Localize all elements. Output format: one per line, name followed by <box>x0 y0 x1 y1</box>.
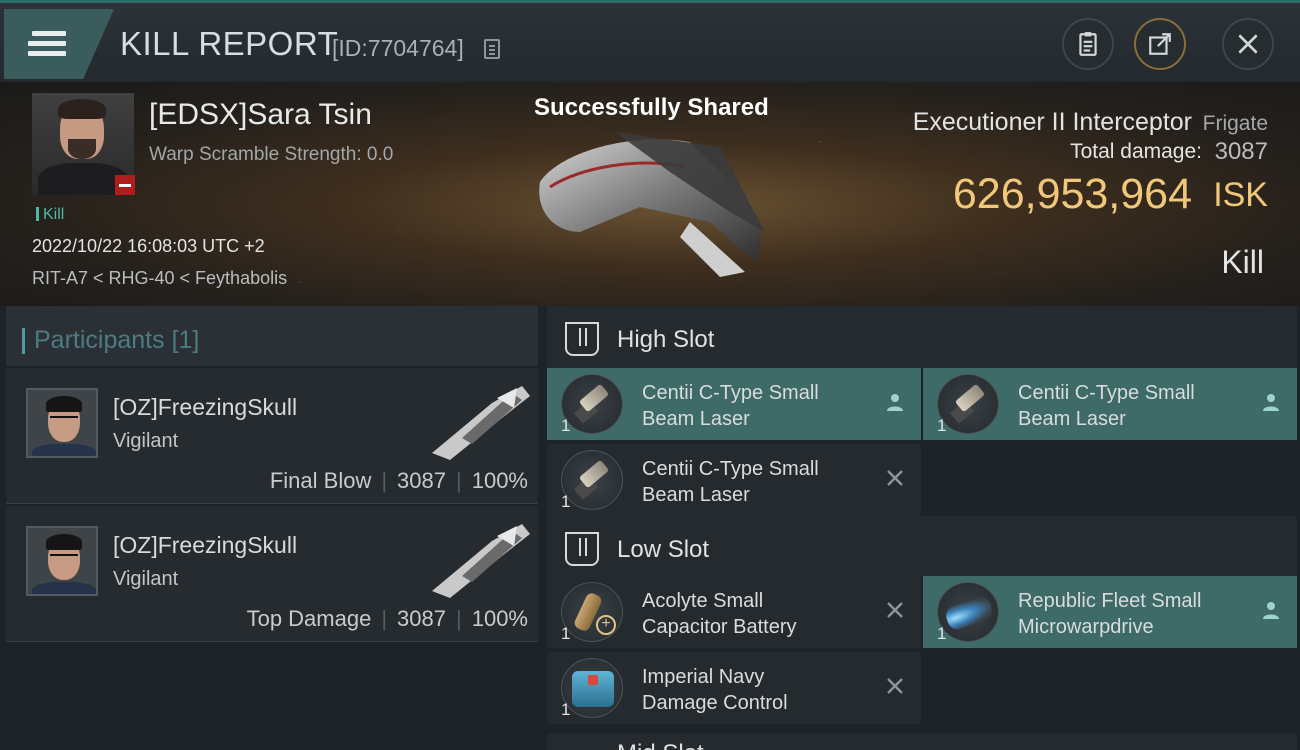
module-name-line2: Capacitor Battery <box>642 616 797 638</box>
module-item[interactable]: 1 Republic Fleet Small Microwarpdrive <box>923 576 1297 648</box>
kill-datetime: 2022/10/22 16:08:03 UTC +2 <box>32 236 265 256</box>
clipboard-button[interactable] <box>1062 18 1114 70</box>
isk-unit: ISK <box>1213 176 1268 214</box>
module-name-line1: Centii C-Type Small <box>1018 382 1195 404</box>
dropped-person-icon <box>1263 394 1279 411</box>
loss-badge-icon <box>115 175 135 195</box>
low-slot-icon <box>565 532 599 566</box>
close-button[interactable] <box>1222 18 1274 70</box>
participant-stats: Final Blow | 3087 | 100% <box>269 468 528 493</box>
participant-name: [OZ]FreezingSkull <box>113 532 298 558</box>
destroyed-x-icon <box>887 602 903 618</box>
module-item[interactable]: 1 Centii C-Type Small Beam Laser <box>547 368 921 440</box>
shared-notice: Successfully Shared <box>534 94 769 121</box>
participants-count: [1] <box>171 326 200 354</box>
participant-stats: Top Damage | 3087 | 100% <box>246 606 528 631</box>
destroyed-x-icon <box>887 678 903 694</box>
fittings-panel: High Slot 1 Centii C-Type Small Beam Las… <box>543 306 1300 750</box>
module-name-line2: Beam Laser <box>642 484 750 506</box>
avatar <box>26 526 98 596</box>
module-name-line1: Republic Fleet Small <box>1018 590 1202 612</box>
isk-value: 626,953,964 <box>952 170 1192 218</box>
module-quantity: 1 <box>561 700 571 719</box>
total-damage-value: 3087 <box>1214 138 1268 165</box>
module-quantity: 1 <box>937 416 947 435</box>
module-quantity: 1 <box>561 492 571 511</box>
participant-damage: 3087 <box>397 468 446 493</box>
participant-role: Top Damage <box>246 606 372 631</box>
participant-ship: Vigilant <box>113 568 179 590</box>
close-icon <box>1238 34 1258 54</box>
module-item[interactable]: 1 Centii C-Type Small Beam Laser <box>547 444 921 516</box>
participants-title: Participants [1] <box>21 326 200 355</box>
high-slot-header: High Slot <box>547 306 1297 368</box>
high-slot-label: High Slot <box>617 326 715 353</box>
report-id: [ID:7704764] <box>332 35 464 61</box>
module-name: Centii C-Type Small Beam Laser <box>642 456 882 508</box>
module-quantity: 1 <box>561 624 571 643</box>
mid-slot-header: Mid Slot <box>547 734 1297 750</box>
module-name: Centii C-Type Small Beam Laser <box>1018 380 1258 432</box>
victim-ship-name[interactable]: Executioner II Interceptor <box>913 108 1192 137</box>
menu-icon <box>28 31 66 57</box>
participant-ship-image <box>432 386 530 460</box>
warp-scramble-strength: Warp Scramble Strength: 0.0 <box>149 144 394 165</box>
module-name: Acolyte Small Capacitor Battery <box>642 588 882 640</box>
menu-button[interactable] <box>4 9 114 79</box>
copy-icon[interactable] <box>484 39 500 59</box>
module-name-line1: Acolyte Small <box>642 590 764 612</box>
participants-label: Participants <box>34 326 165 354</box>
avatar <box>26 388 98 458</box>
participant-role: Final Blow <box>269 468 372 493</box>
module-name: Imperial Navy Damage Control <box>642 664 882 716</box>
module-name-line1: Centii C-Type Small <box>642 382 819 404</box>
high-slot-icon <box>565 322 599 356</box>
kill-result: Kill <box>1221 244 1264 280</box>
module-name-line1: Centii C-Type Small <box>642 458 819 480</box>
victim-name[interactable]: [EDSX]Sara Tsin <box>149 98 372 132</box>
dropped-person-icon <box>887 394 903 411</box>
participants-header: Participants [1] <box>6 306 538 366</box>
module-name: Republic Fleet Small Microwarpdrive <box>1018 588 1258 640</box>
participant-name: [OZ]FreezingSkull <box>113 394 298 420</box>
participants-panel: Participants [1] [OZ]FreezingSkull Vigil… <box>0 306 543 750</box>
kill-tag: Kill <box>36 206 64 224</box>
module-quantity: 1 <box>937 624 947 643</box>
mid-slot-label: Mid Slot <box>617 740 704 750</box>
participant-percent: 100% <box>471 606 528 631</box>
module-item[interactable]: 1 Imperial Navy Damage Control <box>547 652 921 724</box>
module-name-line2: Microwarpdrive <box>1018 616 1154 638</box>
module-name-line1: Imperial Navy <box>642 666 765 688</box>
module-name-line2: Beam Laser <box>1018 408 1126 430</box>
low-slot-header: Low Slot <box>547 516 1297 578</box>
page-title: KILL REPORT <box>120 25 339 62</box>
participant-row[interactable]: [OZ]FreezingSkull Vigilant Final Blow | … <box>6 368 538 504</box>
module-name: Centii C-Type Small Beam Laser <box>642 380 882 432</box>
participant-ship-image <box>432 524 530 598</box>
module-item[interactable]: 1 Centii C-Type Small Beam Laser <box>923 368 1297 440</box>
module-quantity: 1 <box>561 416 571 435</box>
low-slot-label: Low Slot <box>617 536 710 563</box>
dropped-person-icon <box>1263 602 1279 619</box>
clipboard-icon <box>1079 32 1097 56</box>
share-button[interactable] <box>1134 18 1186 70</box>
module-item[interactable]: + 1 Acolyte Small Capacitor Battery <box>547 576 921 648</box>
total-damage-label: Total damage: <box>1070 140 1202 163</box>
top-bar: KILL REPORT [ID:7704764] <box>0 0 1300 82</box>
participant-row[interactable]: [OZ]FreezingSkull Vigilant Top Damage | … <box>6 506 538 642</box>
module-name-line2: Damage Control <box>642 692 788 714</box>
participant-damage: 3087 <box>397 606 446 631</box>
victim-ship-image <box>539 132 765 277</box>
kill-location: RIT-A7 < RHG-40 < Feythabolis <box>32 268 288 288</box>
share-icon <box>1149 33 1171 55</box>
module-name-line2: Beam Laser <box>642 408 750 430</box>
participant-percent: 100% <box>471 468 528 493</box>
victim-ship-class: Frigate <box>1202 112 1268 135</box>
participant-ship: Vigilant <box>113 430 179 452</box>
destroyed-x-icon <box>887 470 903 486</box>
kill-summary-banner: [EDSX]Sara Tsin Warp Scramble Strength: … <box>0 82 1300 306</box>
